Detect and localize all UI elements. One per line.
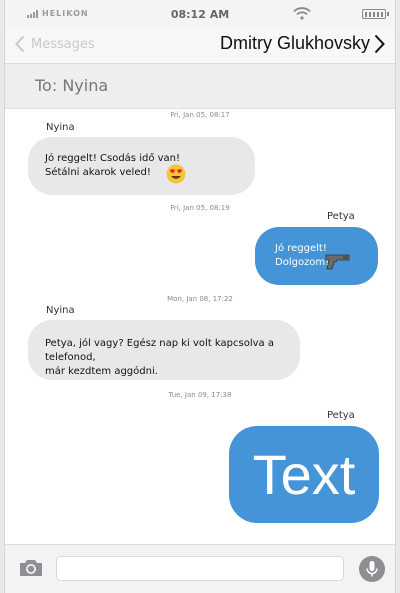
message-bubble-outgoing: Jó reggelt! Dolgozom! — [255, 227, 378, 285]
contact-name: Dmitry Glukhovsky — [219, 33, 370, 53]
message-bubble-incoming: Petya, jól vagy? Egész nap ki volt kapcs… — [28, 320, 300, 380]
microphone-button[interactable] — [359, 556, 385, 582]
message-input[interactable] — [56, 556, 344, 581]
status-time: 08:12 AM — [170, 8, 230, 21]
chevron-right-icon — [374, 34, 385, 53]
back-button[interactable]: Messages — [15, 35, 95, 53]
wifi-icon — [293, 7, 311, 20]
message-bubble-incoming: Jó reggelt! Csodás idő van! Sétálni akar… — [28, 137, 255, 195]
pistol-emoji — [325, 254, 350, 270]
recipient-bar[interactable]: To: Nyina — [5, 64, 395, 109]
message-line: Sétálni akarok veled! — [45, 167, 151, 178]
message-bubble-outgoing: Text — [229, 426, 379, 523]
nav-bar: Messages Dmitry Glukhovsky — [5, 28, 395, 64]
camera-icon[interactable] — [18, 557, 44, 579]
message-timestamp: Mon, Jan 08, 17:22 — [167, 295, 233, 303]
recipient-label: To: Nyina — [35, 76, 109, 95]
message-line: Text — [252, 443, 356, 506]
message-line: Jó reggelt! Csodás idő van! — [45, 153, 181, 164]
message-line: már kezdtem aggódni. — [45, 366, 158, 377]
battery-icon — [362, 9, 389, 19]
phone-screen: HELIKON 08:12 AM Messages Dmitry Glukhov… — [4, 0, 396, 593]
message-sender: Petya — [327, 211, 355, 222]
heart-eyes-emoji — [166, 164, 186, 184]
message-sender: Petya — [327, 410, 355, 421]
chevron-left-icon — [15, 35, 25, 53]
message-timestamp: Tue, Jan 09, 17:38 — [168, 391, 232, 399]
message-line: Petya, jól vagy? Egész nap ki volt kapcs… — [45, 338, 274, 363]
microphone-icon — [366, 561, 378, 577]
back-label: Messages — [31, 36, 95, 52]
composer-bar — [5, 544, 395, 593]
status-bar: HELIKON 08:12 AM — [5, 0, 395, 28]
message-timestamp: Fri, Jan 05, 08:17 — [170, 111, 230, 119]
message-sender: Nyina — [46, 305, 75, 316]
message-sender: Nyina — [46, 122, 75, 133]
contact-header[interactable]: Dmitry Glukhovsky — [220, 33, 385, 54]
